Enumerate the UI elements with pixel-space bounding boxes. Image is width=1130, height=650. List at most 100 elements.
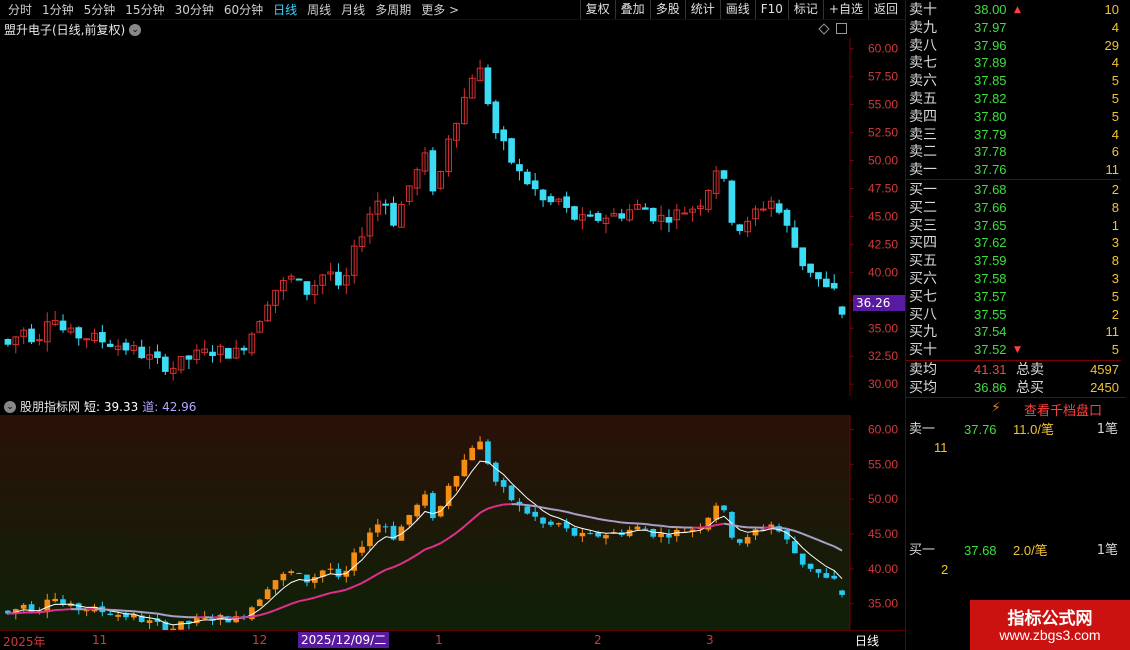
bid-level-row[interactable]: 买四 37.62 3 [906,234,1121,252]
indicator-body [52,598,58,602]
ask-level-row[interactable]: 卖八 37.96 29 [906,37,1121,55]
period-tab[interactable]: 60分钟 [220,2,267,18]
bid-level-row[interactable]: 买三 37.65 1 [906,217,1121,235]
period-tab[interactable]: 5分钟 [80,2,120,18]
period-tab[interactable]: 日线 [269,2,301,18]
view-depth-label: 查看千档盘口 [1024,404,1103,419]
chevron-down-icon[interactable]: ⌄ [4,400,16,413]
diamond-icon[interactable] [818,23,830,35]
toolbar-button[interactable]: 复权 [579,0,615,19]
price-axis-label: 50.00 [868,154,898,168]
indicator-dao-value: 道: 42.96 [142,400,197,414]
bid-level-row[interactable]: 买八 37.55 2 [906,306,1121,324]
summary-total: 4597 [1090,362,1119,377]
ask-level-row[interactable]: 卖七 37.89 4 [906,54,1121,72]
indicator-chart[interactable]: 60.00 55.00 50.00 45.00 40.00 35.00 [0,415,905,630]
toolbar-button[interactable]: 统计 [684,0,720,19]
queue-order-size: 2 [941,562,949,577]
period-tab[interactable]: 1分钟 [38,2,78,18]
price-axis-label: 45.00 [868,209,898,223]
period-tab[interactable]: 15分钟 [121,2,168,18]
indicator-body [792,541,798,554]
level-volume: 4 [1111,55,1119,71]
ask-level-row[interactable]: 卖三 37.79 4 [906,126,1121,144]
candle-body [523,171,531,185]
toolbar-button[interactable]: 画线 [719,0,755,19]
candle-body [720,170,728,179]
view-depth-button[interactable]: ⚡ 查看千档盘口 [906,400,1126,419]
maximize-icon[interactable] [836,23,847,34]
toolbar-button[interactable]: 多股 [649,0,685,19]
candle-body [154,351,161,359]
level-volume: 4 [1111,126,1119,142]
ask-level-row[interactable]: 卖四 37.80 5 [906,108,1121,126]
ask-level-row[interactable]: 卖五 37.82 5 [906,90,1121,108]
dao-line-segment [165,614,174,618]
period-tab[interactable]: 周线 [303,2,335,18]
level-volume: 11 [1105,324,1120,340]
candlestick-chart[interactable]: 60.00 57.50 55.00 52.50 50.00 47.50 45.00 42.50… [0,38,905,396]
candle-body [547,196,555,203]
summary-label: 卖均 [909,362,937,378]
ask-level-row[interactable]: 卖九 37.97 4 [906,19,1121,37]
level-volume: 5 [1111,108,1119,124]
candle-body [75,327,83,339]
toolbar-button[interactable]: F10 [754,0,788,19]
level-volume: 5 [1111,91,1119,106]
indicator-body [335,568,342,577]
queue-label: 卖一 [909,422,936,437]
summary-total-label: 总买 [1016,380,1044,396]
toolbar-button[interactable]: 返回 [867,0,903,19]
dao-line-segment [637,522,646,525]
indicator-body [382,526,389,528]
dao-line-segment [118,609,127,612]
bid-level-row[interactable]: 买九 37.54 11 [906,323,1121,341]
level-label: 卖一 [909,162,937,179]
watermark-url: www.zbgs3.com [999,627,1101,643]
indicator-body [658,533,664,538]
level-volume: 5 [1111,342,1119,358]
bid-level-row[interactable]: 买六 37.58 3 [906,270,1121,288]
bid-level-row[interactable]: 买十 37.52 5 ▼ [906,341,1121,359]
level-label: 买七 [909,288,937,305]
indicator-body [492,462,499,482]
dao-line-segment [243,615,252,619]
toolbar-button[interactable]: 叠加 [614,0,650,19]
candle-body [484,67,492,105]
candle-body [539,189,547,201]
ask-level-row[interactable]: 卖六 37.85 5 [906,72,1121,90]
candle-body [571,206,578,220]
indicator-name: 股朋指标网 [20,400,81,414]
level-label: 买三 [909,217,937,234]
indicator-body [807,563,814,569]
bid-level-row[interactable]: 买七 37.57 5 [906,288,1121,306]
ask-level-row[interactable]: 卖一 37.76 11 [906,161,1121,179]
chart-background [0,38,905,396]
chevron-down-icon[interactable]: ⌄ [129,23,142,36]
toolbar-button[interactable]: 标记 [787,0,823,19]
level-price: 37.55 [974,306,1007,322]
period-tab[interactable]: 更多 > [417,2,463,18]
candle-body [665,217,673,223]
dao-line-segment [715,522,725,526]
level-label: 卖九 [909,19,937,36]
toolbar-button[interactable]: +自选 [822,0,868,19]
bid-level-row[interactable]: 买二 37.66 8 [906,199,1121,217]
ask-level-row[interactable]: 卖二 37.78 6 [906,143,1121,161]
period-tab[interactable]: 30分钟 [171,2,218,18]
level-label: 买四 [909,235,937,252]
level-label: 买一 [909,182,937,198]
period-tab[interactable]: 多周期 [371,2,415,18]
price-axis-label: 57.50 [868,70,898,84]
dao-line-segment [739,525,748,529]
indicator-body [422,494,428,506]
bid-level-row[interactable]: 买五 37.59 8 [906,252,1121,270]
dao-line-segment [605,519,614,523]
level-price: 37.62 [974,235,1007,251]
period-tab[interactable]: 分时 [4,2,36,18]
dao-line-segment [519,503,528,507]
bid-level-row[interactable]: 买一 37.68 2 [906,181,1121,199]
indicator-axis-label: 60.00 [868,422,898,436]
ask-level-row[interactable]: 卖十 38.00 10 ▲ [906,1,1121,19]
period-tab[interactable]: 月线 [337,2,369,18]
